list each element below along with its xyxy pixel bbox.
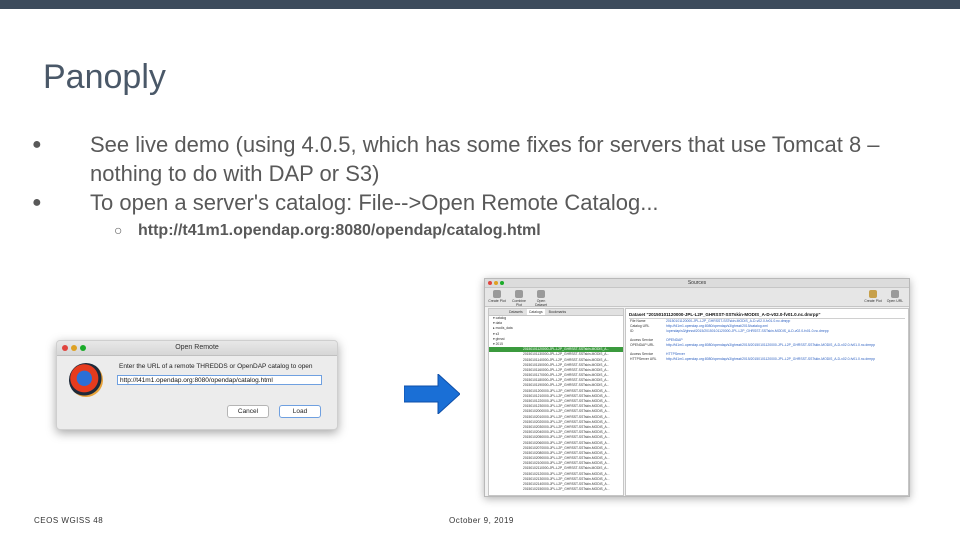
minimize-window-icon[interactable] xyxy=(494,281,498,285)
right-arrow-icon xyxy=(404,374,460,414)
dialog-title: Open Remote xyxy=(175,344,219,351)
bullet-item: ● To open a server's catalog: File-->Ope… xyxy=(30,188,930,217)
top-accent-bar xyxy=(0,0,960,9)
combine-plot-button[interactable]: Combine Plot xyxy=(509,290,529,307)
open-url-button[interactable]: Open URL xyxy=(885,290,905,303)
open-icon xyxy=(537,290,545,298)
bullet-dot-icon: ● xyxy=(32,136,42,153)
dataset-detail-title: Dataset "20150101120000-JPL-L2P_GHRSST-S… xyxy=(629,312,821,317)
plot-icon xyxy=(869,290,877,298)
close-window-icon[interactable] xyxy=(62,345,68,351)
footer-left: CEOS WGISS 48 xyxy=(34,516,104,525)
window-title: Sources xyxy=(687,280,707,286)
zoom-window-icon[interactable] xyxy=(500,281,504,285)
window-controls xyxy=(488,281,504,285)
tab-catalogs[interactable]: Catalogs xyxy=(526,309,545,315)
close-window-icon[interactable] xyxy=(488,281,492,285)
slide-title: Panoply xyxy=(43,58,166,96)
sources-title-bar: Sources xyxy=(485,279,909,288)
plot-icon xyxy=(493,290,501,298)
catalog-tree-pane: Datasets Catalogs Bookmarks ▾ catalog ▾ … xyxy=(488,308,624,496)
tree-row[interactable]: 20150102150000-JPL-L2P_GHRSST-SSTskin-MO… xyxy=(489,487,623,492)
detail-value[interactable]: http://t41m1.opendap.org:8080/opendap/s3… xyxy=(666,343,875,348)
create-plot-button-right[interactable]: Create Plot xyxy=(863,290,883,303)
tab-bar: Datasets Catalogs Bookmarks xyxy=(489,309,623,316)
panoply-logo-icon xyxy=(69,363,103,397)
dataset-detail-pane: Dataset "20150101120000-JPL-L2P_GHRSST-S… xyxy=(625,308,909,496)
detail-value[interactable]: http://t41m1.opendap.org:8080/opendap/s3… xyxy=(666,357,875,362)
detail-key: OPENDAP URL xyxy=(630,343,655,347)
sources-window: Sources Create Plot Combine Plot Open Da… xyxy=(484,278,910,497)
detail-row: HTTPServer URL http://t41m1.opendap.org:8… xyxy=(626,357,908,362)
detail-row: ID/opendap/s3/ghrsst/2015/20150101120000… xyxy=(626,329,908,334)
sources-toolbar: Create Plot Combine Plot Open Dataset Cr… xyxy=(485,288,909,307)
bullet-text: See live demo (using 4.0.5, which has so… xyxy=(90,132,880,186)
detail-key: HTTPServer URL xyxy=(630,357,657,361)
tab-bookmarks[interactable]: Bookmarks xyxy=(547,309,569,315)
minimize-window-icon[interactable] xyxy=(71,345,77,351)
sub-bullet-ring-icon: ○ xyxy=(114,222,123,238)
bullet-item: ● See live demo (using 4.0.5, which has … xyxy=(30,130,930,188)
create-plot-button[interactable]: Create Plot xyxy=(487,290,507,303)
zoom-window-icon[interactable] xyxy=(80,345,86,351)
url-icon xyxy=(891,290,899,298)
bullet-list: ● See live demo (using 4.0.5, which has … xyxy=(30,130,930,243)
catalog-url-text: http://t41m1.opendap.org:8080/opendap/ca… xyxy=(138,222,541,239)
catalog-url-input[interactable]: http://t41m1.opendap.org:8080/opendap/ca… xyxy=(117,375,322,385)
tab-datasets[interactable]: Datasets xyxy=(507,309,525,315)
open-dataset-button[interactable]: Open Dataset xyxy=(531,290,551,307)
open-remote-dialog: Open Remote Enter the URL of a remote TH… xyxy=(56,340,338,430)
dialog-message: Enter the URL of a remote THREDDS or Ope… xyxy=(119,363,313,370)
detail-row: OPENDAP URL http://t41m1.opendap.org:8080… xyxy=(626,343,908,348)
dataset-detail-list: File Name 20150101120000-JPL-L2P_GHRSST-S… xyxy=(626,319,908,362)
combine-icon xyxy=(515,290,523,298)
detail-value[interactable]: /opendap/s3/ghrsst/2015/20150101120000-J… xyxy=(666,329,829,334)
detail-key: ID xyxy=(630,329,634,333)
dialog-title-bar: Open Remote xyxy=(57,341,337,356)
bullet-text: To open a server's catalog: File-->Open … xyxy=(90,190,659,215)
sub-bullet-item: ○ http://t41m1.opendap.org:8080/opendap/… xyxy=(30,219,930,243)
cancel-button[interactable]: Cancel xyxy=(227,405,269,418)
bullet-dot-icon: ● xyxy=(32,194,42,211)
catalog-tree: ▾ catalog ▾ data ▸ modis_data ▾ s3 ▾ ghr… xyxy=(489,316,623,492)
window-controls xyxy=(62,345,86,351)
footer-date: October 9, 2019 xyxy=(449,516,514,525)
load-button[interactable]: Load xyxy=(279,405,321,418)
